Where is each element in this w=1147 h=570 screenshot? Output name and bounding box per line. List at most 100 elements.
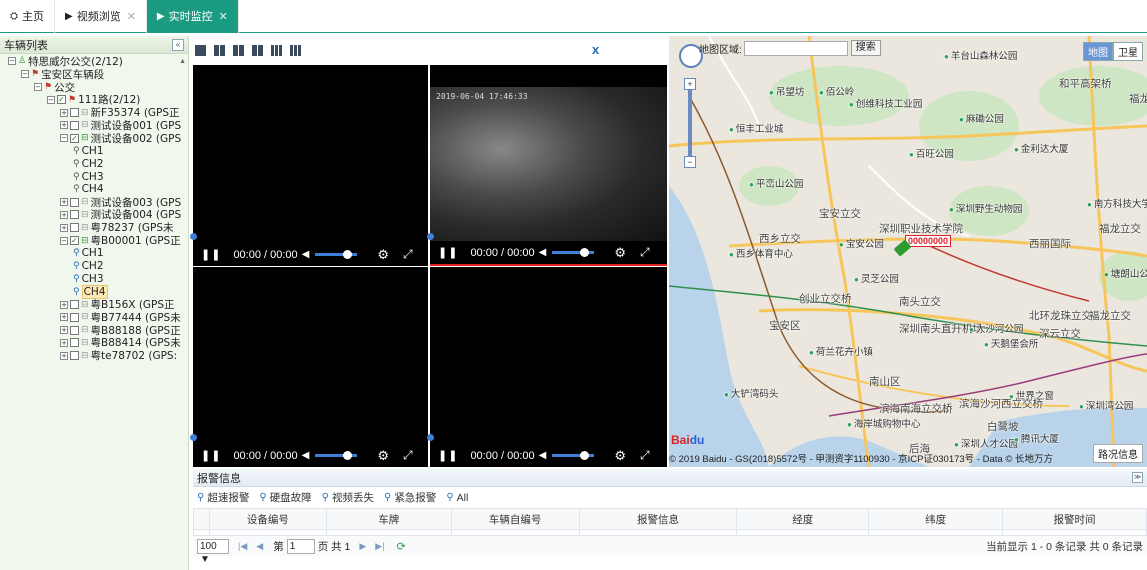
close-icon[interactable]: ✕ [219, 10, 228, 23]
refresh-icon[interactable]: ⟳ [397, 540, 406, 553]
alarm-filter-button[interactable]: ⚲ 超速报警 [197, 490, 249, 505]
tab-realtime-monitor[interactable]: ▶ 实时监控 ✕ [146, 0, 239, 33]
pause-button[interactable]: ❚❚ [201, 449, 221, 462]
map-place-label[interactable]: 西乡立交 [759, 231, 801, 246]
expand-icon[interactable]: + [60, 108, 68, 117]
map-place-label[interactable]: 创业立交桥 [799, 291, 852, 306]
map-place-label[interactable]: 宝安立交 [819, 206, 861, 221]
expand-icon[interactable]: + [60, 223, 68, 232]
video-pane-4[interactable]: ❚❚ 00:00 / 00:00 ◀ ⚙ ⤢ [427, 267, 667, 467]
video-pane-3[interactable]: ❚❚ 00:00 / 00:00 ◀ ⚙ ⤢ [190, 267, 428, 467]
alarm-column-header[interactable]: 车牌 [325, 508, 452, 530]
tree-checkbox[interactable] [70, 108, 79, 118]
map-type-map-button[interactable]: 地图 [1083, 42, 1113, 61]
scroll-up-icon[interactable]: ▲ [179, 58, 186, 65]
collapse-icon[interactable]: − [8, 57, 16, 66]
settings-icon[interactable]: ⚙ [614, 448, 626, 464]
volume-knob[interactable] [343, 451, 353, 460]
layout-4-icon[interactable] [214, 45, 225, 56]
map-place-label[interactable]: 宝安区 [769, 318, 801, 333]
expand-icon[interactable]: + [60, 210, 68, 219]
alarm-filter-button[interactable]: ⚲ 紧急报警 [384, 490, 436, 505]
map-place-label[interactable]: 南山区 [869, 374, 901, 389]
volume-slider[interactable] [552, 248, 595, 257]
alarm-column-header[interactable]: 车辆自编号 [450, 508, 580, 530]
map-place-label[interactable]: 腾讯大厦 [1014, 431, 1059, 445]
map-place-label[interactable]: 金利达大厦 [1014, 141, 1069, 155]
expand-icon[interactable]: + [60, 313, 68, 322]
map-place-label[interactable]: 北环龙珠立交 [1029, 308, 1092, 323]
traffic-info-button[interactable]: 路况信息 [1093, 444, 1143, 463]
alarm-column-header[interactable]: 设备编号 [208, 508, 327, 530]
video-pane-1[interactable]: ❚❚ 00:00 / 00:00 ◀ ⚙ ⤢ [190, 65, 428, 266]
tree-checkbox[interactable] [70, 120, 79, 130]
map-place-label[interactable]: 平峦山公园 [749, 176, 804, 190]
map-place-label[interactable]: 大铲湾码头 [724, 386, 779, 400]
first-page-icon[interactable]: |◀ [238, 541, 247, 552]
zoom-in-icon[interactable]: + [684, 78, 696, 90]
volume-knob[interactable] [580, 248, 590, 257]
map-place-label[interactable]: 西乡体育中心 [729, 246, 793, 260]
prev-page-icon[interactable]: ◀ [256, 541, 263, 552]
pause-button[interactable]: ❚❚ [201, 248, 221, 261]
map-place-label[interactable]: 深圳人才公园 [954, 436, 1018, 450]
pause-button[interactable]: ❚❚ [438, 246, 458, 259]
tree-checkbox[interactable] [70, 338, 79, 348]
tree-channel-item[interactable]: ⚲ CH3 [0, 170, 188, 183]
volume-icon[interactable]: ◀ [302, 450, 310, 461]
fullscreen-icon[interactable]: ⤢ [640, 245, 650, 260]
collapse-icon[interactable]: − [60, 236, 68, 245]
alarm-column-header[interactable]: 经度 [736, 508, 870, 530]
collapse-icon[interactable]: − [21, 70, 29, 79]
zoom-out-icon[interactable]: − [684, 156, 696, 168]
volume-slider[interactable] [315, 250, 358, 259]
map-place-label[interactable]: 海岸城购物中心 [847, 416, 921, 430]
fullscreen-icon[interactable]: ⤢ [640, 448, 650, 463]
layout-9-icon[interactable] [271, 45, 282, 56]
progress-handle[interactable] [427, 233, 434, 240]
tree-checkbox[interactable]: ✓ [57, 95, 66, 105]
map-place-label[interactable]: 创维科技工业园 [849, 96, 923, 110]
tree-checkbox[interactable] [70, 210, 79, 220]
zoom-slider[interactable] [688, 90, 692, 156]
tree-checkbox[interactable]: ✓ [70, 133, 79, 143]
alarm-filter-button[interactable]: ⚲ All [446, 492, 468, 504]
tree-item[interactable]: − ✓ ⊟ 粤B00001 (GPS正 [0, 234, 188, 247]
tab-home[interactable]: ⛭ 主页 [0, 0, 55, 33]
map-place-label[interactable]: 羊台山森林公园 [944, 48, 1018, 62]
layout-8-icon[interactable] [252, 45, 263, 56]
map-place-label[interactable]: 荷兰花卉小镇 [809, 344, 873, 358]
last-page-icon[interactable]: ▶| [375, 541, 384, 552]
tab-video-browse[interactable]: ▶ 视频浏览 ✕ [55, 0, 147, 33]
volume-slider[interactable] [552, 451, 595, 460]
settings-icon[interactable]: ⚙ [377, 247, 389, 263]
next-page-icon[interactable]: ▶ [359, 541, 366, 552]
settings-icon[interactable]: ⚙ [377, 448, 389, 464]
tree-checkbox[interactable]: ✓ [70, 236, 79, 246]
vehicle-marker-label[interactable]: 00000000 [905, 235, 952, 247]
expand-icon[interactable]: + [60, 351, 68, 360]
video-pane-2[interactable]: 2019-06-04 17:46:33 ❚❚ 00:00 / 00:00 ◀ ⚙ ⤢ [427, 65, 667, 266]
expand-icon[interactable]: + [60, 326, 68, 335]
alarm-column-header[interactable]: 报警信息 [578, 508, 738, 530]
tree-item[interactable]: + ⊟ 粤te78702 (GPS: [0, 349, 188, 362]
alarm-column-header[interactable]: 纬度 [868, 508, 1004, 530]
tree-item[interactable]: − ⚑ 宝安区车辆段 [0, 68, 188, 81]
map-place-label[interactable]: 麻磡公园 [959, 111, 1004, 125]
alarm-filter-button[interactable]: ⚲ 硬盘故障 [259, 490, 311, 505]
tree-channel-item[interactable]: ⚲ CH3 [0, 273, 188, 286]
progress-handle[interactable] [190, 233, 197, 240]
tree-channel-item[interactable]: ⚲ CH2 [0, 157, 188, 170]
volume-knob[interactable] [343, 250, 353, 259]
tree-channel-item[interactable]: ⚲ CH1 [0, 145, 188, 158]
map-place-label[interactable]: 吊望坊 [769, 84, 805, 98]
tree-channel-item[interactable]: ⚲ CH2 [0, 260, 188, 273]
tree-checkbox[interactable] [70, 197, 79, 207]
tree-checkbox[interactable] [70, 325, 79, 335]
map-place-label[interactable]: 塘朗山公园 [1104, 266, 1147, 280]
alarm-filter-button[interactable]: ⚲ 视频丢失 [322, 490, 374, 505]
volume-icon[interactable]: ◀ [539, 247, 547, 258]
map-place-label[interactable]: 恒丰工业城 [729, 121, 784, 135]
volume-icon[interactable]: ◀ [302, 249, 310, 260]
expand-icon[interactable]: + [60, 300, 68, 309]
